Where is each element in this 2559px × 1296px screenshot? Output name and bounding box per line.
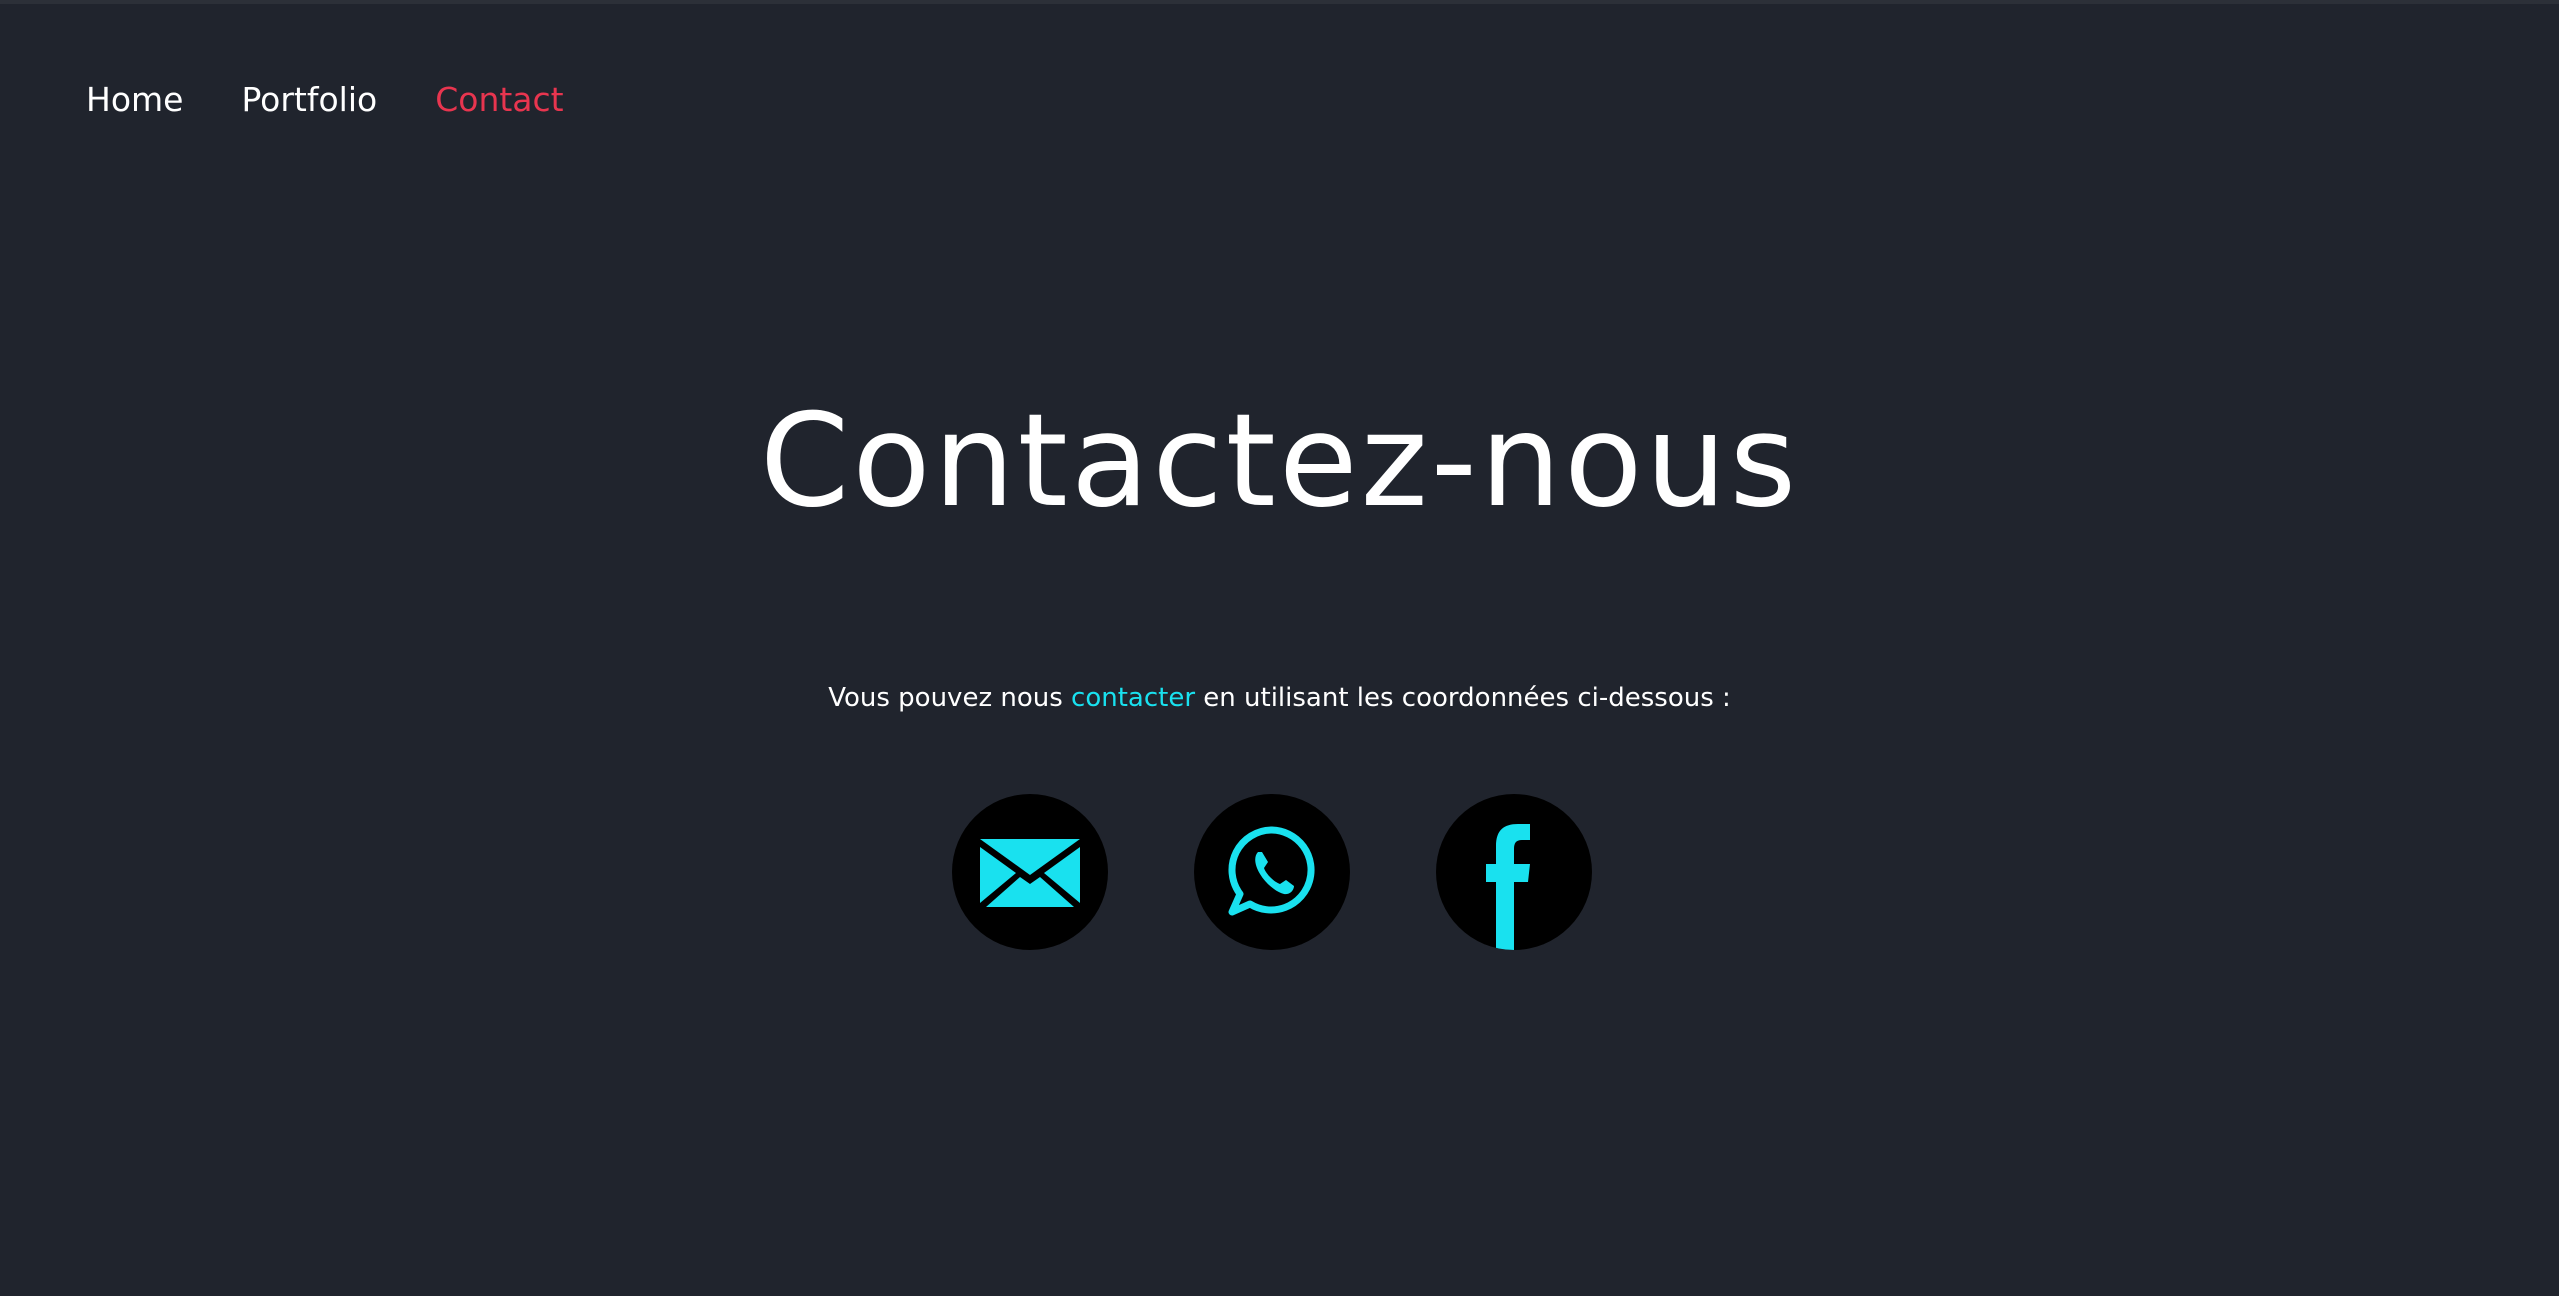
nav-portfolio-link[interactable]: Portfolio — [241, 78, 377, 122]
nav-contact-link[interactable]: Contact — [435, 78, 563, 122]
facebook-icon — [1486, 824, 1530, 950]
facebook-button[interactable] — [1436, 794, 1592, 950]
subtitle-text-after: en utilisant les coordonnées ci-dessous … — [1195, 683, 1731, 713]
page-title: Contactez-nous — [759, 387, 1800, 536]
contact-icons — [952, 794, 1592, 950]
main-nav: Home Portfolio Contact — [86, 78, 564, 122]
page-subtitle: Vous pouvez nous contacter en utilisant … — [0, 678, 2559, 718]
contact-link[interactable]: contacter — [1071, 683, 1195, 713]
whatsapp-icon — [1228, 826, 1315, 916]
top-border — [0, 0, 2559, 4]
email-icon — [980, 839, 1080, 907]
whatsapp-button[interactable] — [1194, 794, 1350, 950]
subtitle-text-before: Vous pouvez nous — [828, 683, 1072, 713]
email-button[interactable] — [952, 794, 1108, 950]
nav-home-link[interactable]: Home — [86, 78, 183, 122]
